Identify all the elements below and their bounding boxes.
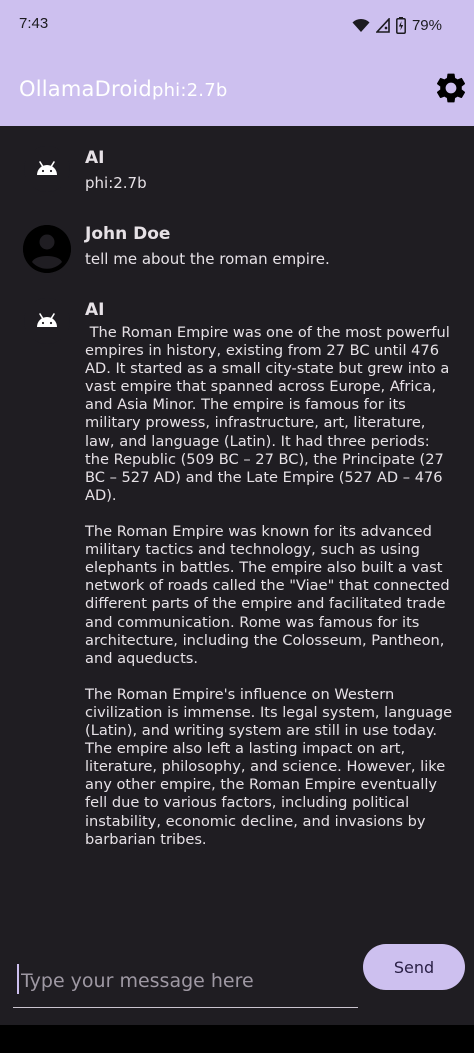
status-bar: 7:43 79% xyxy=(0,0,474,52)
app-name: OllamaDroid xyxy=(19,77,152,101)
navigation-bar xyxy=(0,1025,474,1053)
message-input[interactable] xyxy=(13,954,358,1008)
message-sender: AI xyxy=(85,148,105,168)
ai-avatar xyxy=(24,146,70,192)
app-model-name: phi:2.7b xyxy=(151,80,228,101)
person-icon xyxy=(23,225,71,273)
message-item: AI The Roman Empire was one of the most … xyxy=(0,298,474,938)
message-item: John Doe tell me about the roman empire. xyxy=(0,222,474,282)
android-icon xyxy=(37,161,57,175)
message-text: The Roman Empire was one of the most pow… xyxy=(85,324,453,848)
wifi-icon xyxy=(352,18,370,32)
message-text: phi:2.7b xyxy=(85,174,147,192)
battery-percent: 79% xyxy=(411,16,442,34)
top-bar: 7:43 79% OllamaDroidphi:2.7b xyxy=(0,0,474,126)
battery-icon xyxy=(396,16,406,34)
status-icons: 79% xyxy=(352,14,442,36)
message-sender: AI xyxy=(85,300,105,320)
text-cursor xyxy=(17,964,19,994)
message-sender: John Doe xyxy=(85,224,171,244)
message-list[interactable]: AI phi:2.7b John Doe tell me about the r… xyxy=(0,126,474,940)
send-button[interactable]: Send xyxy=(363,944,465,990)
user-avatar xyxy=(23,225,71,273)
ai-avatar xyxy=(24,298,70,344)
android-icon xyxy=(37,313,57,327)
chat-screen: 7:43 79% OllamaDroidphi:2.7b AI phi:2.7b… xyxy=(0,0,474,1053)
status-time: 7:43 xyxy=(19,15,49,32)
signal-icon xyxy=(375,17,390,33)
app-title: OllamaDroidphi:2.7b xyxy=(19,77,228,101)
gear-icon[interactable] xyxy=(433,70,469,106)
message-item: AI phi:2.7b xyxy=(0,146,474,216)
message-text: tell me about the roman empire. xyxy=(85,250,330,268)
app-bar: OllamaDroidphi:2.7b xyxy=(0,52,474,126)
